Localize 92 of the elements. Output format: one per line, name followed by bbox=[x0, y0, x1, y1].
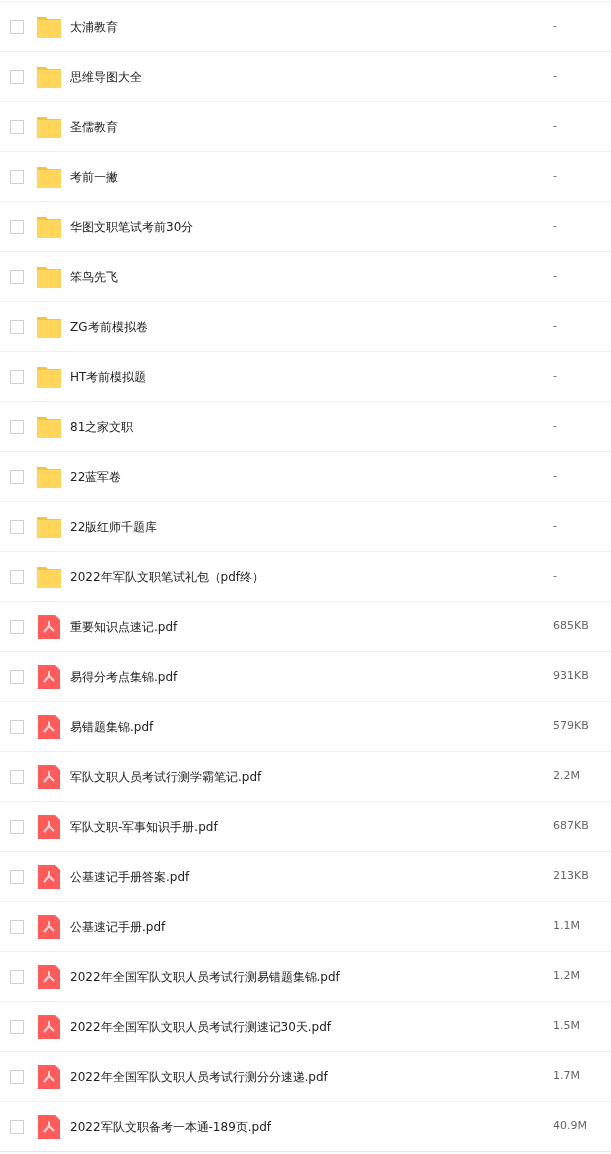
checkbox[interactable] bbox=[10, 769, 24, 784]
file-size: - bbox=[553, 168, 558, 185]
checkbox[interactable] bbox=[10, 719, 24, 734]
file-name[interactable]: 军队文职人员考试行测学霸笔记.pdf bbox=[70, 767, 262, 786]
checkbox[interactable] bbox=[10, 1069, 24, 1084]
file-name[interactable]: 公基速记手册答案.pdf bbox=[70, 867, 190, 886]
file-size: - bbox=[553, 518, 558, 535]
file-name[interactable]: 公基速记手册.pdf bbox=[70, 917, 166, 936]
checkbox[interactable] bbox=[10, 469, 24, 484]
pdf-icon bbox=[38, 814, 60, 839]
checkbox[interactable] bbox=[10, 969, 24, 984]
checkbox[interactable] bbox=[10, 569, 24, 584]
file-name[interactable]: 2022年全国军队文职人员考试行测易错题集锦.pdf bbox=[70, 967, 340, 986]
file-name[interactable]: HT考前模拟题 bbox=[70, 367, 147, 386]
file-size: 2.2M bbox=[553, 768, 581, 785]
checkbox[interactable] bbox=[10, 269, 24, 284]
file-name[interactable]: ZG考前模拟卷 bbox=[70, 317, 148, 336]
checkbox[interactable] bbox=[10, 69, 24, 84]
checkbox[interactable] bbox=[10, 869, 24, 884]
file-size: 1.1M bbox=[553, 918, 581, 935]
file-size: 687KB bbox=[553, 818, 590, 835]
checkbox[interactable] bbox=[10, 219, 24, 234]
checkbox[interactable] bbox=[10, 419, 24, 434]
file-size: - bbox=[553, 68, 558, 85]
folder-icon bbox=[37, 15, 61, 38]
file-name[interactable]: 军队文职-军事知识手册.pdf bbox=[70, 817, 218, 836]
checkbox[interactable] bbox=[10, 19, 24, 34]
checkbox[interactable] bbox=[10, 1019, 24, 1034]
file-name[interactable]: 2022年全国军队文职人员考试行测分分速递.pdf bbox=[70, 1067, 328, 1086]
file-size: 685KB bbox=[553, 618, 590, 635]
file-size: 1.7M bbox=[553, 1068, 581, 1085]
file-size: 931KB bbox=[553, 668, 590, 685]
checkbox[interactable] bbox=[10, 319, 24, 334]
pdf-icon bbox=[38, 764, 60, 789]
folder-icon bbox=[37, 315, 61, 338]
file-name[interactable]: 2022年全国军队文职人员考试行测速记30天.pdf bbox=[70, 1017, 332, 1036]
file-size: - bbox=[553, 18, 558, 35]
file-name[interactable]: 2022军队文职备考一本通-189页.pdf bbox=[70, 1117, 272, 1136]
folder-icon bbox=[37, 465, 61, 488]
file-size: 579KB bbox=[553, 718, 590, 735]
file-size: - bbox=[553, 318, 558, 335]
file-name[interactable]: 易错题集锦.pdf bbox=[70, 717, 154, 736]
folder-icon bbox=[37, 65, 61, 88]
folder-icon bbox=[37, 365, 61, 388]
checkbox[interactable] bbox=[10, 819, 24, 834]
pdf-icon bbox=[38, 664, 60, 689]
file-name[interactable]: 2022年军队文职笔试礼包（pdf终） bbox=[70, 567, 264, 586]
folder-icon bbox=[37, 115, 61, 138]
file-name[interactable]: 圣儒教育 bbox=[70, 117, 118, 136]
pdf-icon bbox=[38, 1064, 60, 1089]
file-size: 1.2M bbox=[553, 968, 581, 985]
file-size: 40.9M bbox=[553, 1118, 588, 1135]
file-name[interactable]: 重要知识点速记.pdf bbox=[70, 617, 178, 636]
file-size: 213KB bbox=[553, 868, 590, 885]
file-name[interactable]: 考前一撇 bbox=[70, 167, 118, 186]
file-name[interactable]: 22蓝军卷 bbox=[70, 467, 122, 486]
checkbox[interactable] bbox=[10, 519, 24, 534]
file-name[interactable]: 易得分考点集锦.pdf bbox=[70, 667, 178, 686]
file-name[interactable]: 22版红师千题库 bbox=[70, 517, 158, 536]
checkbox[interactable] bbox=[10, 919, 24, 934]
checkbox[interactable] bbox=[10, 369, 24, 384]
folder-icon bbox=[37, 415, 61, 438]
file-name[interactable]: 太浦教育 bbox=[70, 17, 118, 36]
pdf-icon bbox=[38, 864, 60, 889]
file-size: 1.5M bbox=[553, 1018, 581, 1035]
file-size: - bbox=[553, 118, 558, 135]
folder-icon bbox=[37, 265, 61, 288]
folder-icon bbox=[37, 165, 61, 188]
checkbox[interactable] bbox=[10, 669, 24, 684]
pdf-icon bbox=[38, 964, 60, 989]
pdf-icon bbox=[38, 714, 60, 739]
file-name[interactable]: 思维导图大全 bbox=[70, 67, 142, 86]
file-name[interactable]: 华图文职笔试考前30分 bbox=[70, 217, 194, 236]
pdf-icon bbox=[38, 614, 60, 639]
file-size: - bbox=[553, 218, 558, 235]
folder-icon bbox=[37, 215, 61, 238]
file-size: - bbox=[553, 418, 558, 435]
folder-icon bbox=[37, 515, 61, 538]
checkbox[interactable] bbox=[10, 619, 24, 634]
pdf-icon bbox=[38, 1114, 60, 1139]
checkbox[interactable] bbox=[10, 1119, 24, 1134]
pdf-icon bbox=[38, 1014, 60, 1039]
file-size: - bbox=[553, 368, 558, 385]
checkbox[interactable] bbox=[10, 119, 24, 134]
file-name[interactable]: 笨鸟先飞 bbox=[70, 267, 118, 286]
pdf-icon bbox=[38, 914, 60, 939]
checkbox[interactable] bbox=[10, 169, 24, 184]
file-size: - bbox=[553, 268, 558, 285]
file-size: - bbox=[553, 568, 558, 585]
file-name[interactable]: 81之家文职 bbox=[70, 417, 134, 436]
file-size: - bbox=[553, 468, 558, 485]
folder-icon bbox=[37, 565, 61, 588]
